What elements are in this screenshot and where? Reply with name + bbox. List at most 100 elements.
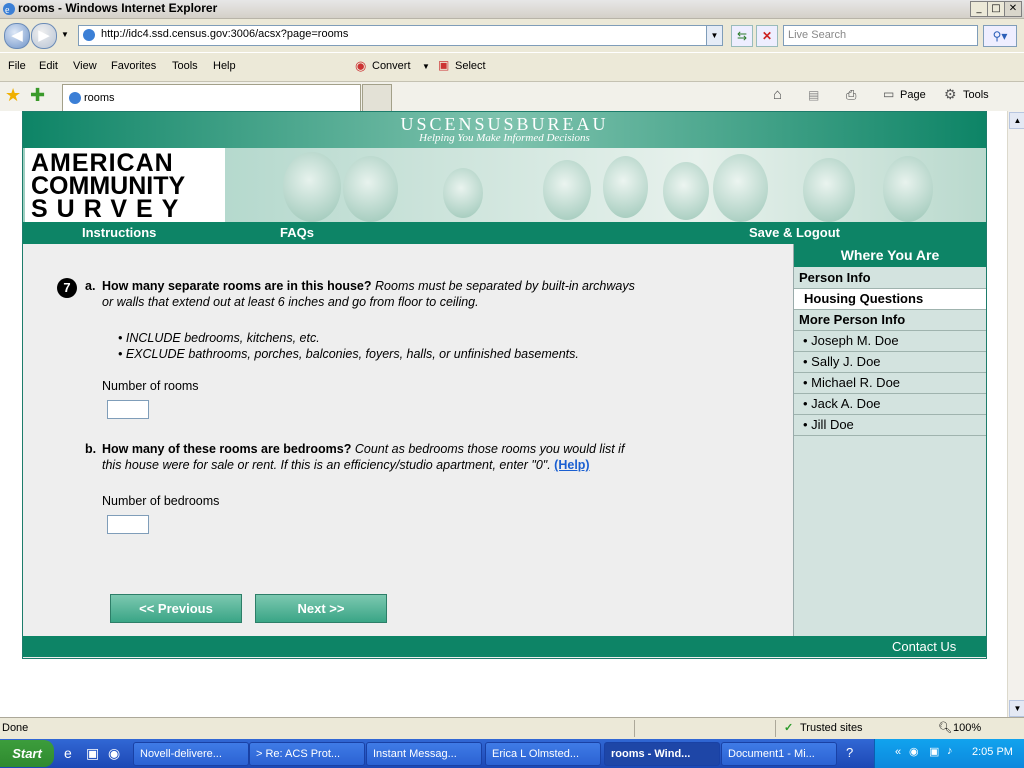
back-button[interactable]: ◀ [4, 23, 30, 49]
tab-bar: ★ ✚ rooms ⌂ ▤ ⎙ ▭ Page ⚙ Tools [0, 81, 1024, 112]
bedrooms-input[interactable] [107, 515, 149, 534]
menu-help[interactable]: Help [213, 60, 236, 72]
vertical-scrollbar[interactable]: ▲ ▼ [1007, 111, 1024, 717]
help-icon[interactable]: ? [846, 745, 853, 760]
close-button[interactable]: ✕ [1004, 1, 1022, 17]
history-dropdown-icon[interactable]: ▼ [61, 30, 69, 39]
maximize-button[interactable]: □ [987, 1, 1005, 17]
tab-page-icon [69, 92, 81, 104]
page-footer: Contact Us [23, 636, 986, 657]
menu-file[interactable]: File [8, 60, 26, 72]
sidebar-item-person-info[interactable]: Person Info [794, 268, 986, 289]
question-a-bold: How many separate rooms are in this hous… [102, 279, 372, 293]
census-tagline: Helping You Make Informed Decisions [419, 132, 590, 144]
status-text: Done [2, 722, 29, 734]
rooms-label: Number of rooms [102, 379, 199, 393]
instructions-link[interactable]: Instructions [82, 225, 156, 240]
tray-speaker-icon: ♪ [947, 745, 953, 757]
zoom-level[interactable]: 100% [953, 722, 981, 734]
forward-button[interactable]: ▶ [31, 23, 57, 49]
system-tray: « ◉ ▣ ♪ 2:05 PM [874, 739, 1024, 768]
quicklaunch-desktop-icon[interactable]: ▣ [86, 745, 99, 762]
tray-expand-icon[interactable]: « [895, 746, 901, 758]
sidebar-item-housing-questions[interactable]: Housing Questions [794, 289, 986, 310]
taskbar-item[interactable]: Instant Messag... [366, 742, 482, 766]
tray-network-icon: ◉ [909, 746, 919, 758]
home-icon[interactable]: ⌂ [773, 86, 782, 103]
feeds-icon[interactable]: ▤ [808, 88, 819, 102]
part-a-label: a. [85, 279, 96, 293]
ie-icon: e [3, 3, 15, 16]
title-bar: e rooms - Windows Internet Explorer _ □ … [0, 0, 1024, 19]
menu-edit[interactable]: Edit [39, 60, 58, 72]
acs-logo: AMERICAN COMMUNITY SURVEY [25, 148, 225, 222]
sidebar-item-person[interactable]: • Joseph M. Doe [794, 331, 986, 352]
sidebar-item-person[interactable]: • Jack A. Doe [794, 394, 986, 415]
refresh-icon[interactable]: ⇆ [731, 25, 753, 47]
taskbar-item[interactable]: Erica L Olmsted... [485, 742, 601, 766]
convert-button[interactable]: Convert [372, 60, 411, 72]
search-placeholder: Live Search [788, 29, 847, 41]
quicklaunch-ie-icon[interactable]: e [64, 745, 72, 761]
window-title: rooms - Windows Internet Explorer [18, 1, 218, 15]
taskbar-item-active[interactable]: rooms - Wind... [604, 742, 720, 766]
bedrooms-label: Number of bedrooms [102, 494, 220, 508]
status-panels [634, 720, 776, 737]
sidebar-item-more-person-info[interactable]: More Person Info [794, 310, 986, 331]
survey-page: USCENSUSBUREAU Helping You Make Informed… [22, 111, 987, 659]
tools-menu[interactable]: Tools [963, 89, 989, 101]
start-button[interactable]: Start [0, 740, 54, 767]
zoom-icon: 🔍︎ [938, 722, 952, 734]
convert-dropdown-icon[interactable]: ▼ [422, 62, 430, 71]
menu-view[interactable]: View [73, 60, 97, 72]
security-zone: Trusted sites [800, 722, 863, 734]
previous-button[interactable]: << Previous [110, 594, 242, 623]
search-input[interactable]: Live Search [783, 25, 978, 46]
quicklaunch-media-icon[interactable]: ◉ [108, 745, 120, 762]
menu-tools[interactable]: Tools [172, 60, 198, 72]
faqs-link[interactable]: FAQs [280, 225, 314, 240]
search-icon[interactable]: ⚲▾ [983, 25, 1017, 47]
tab-rooms[interactable]: rooms [62, 84, 361, 111]
exclude-note: • EXCLUDE bathrooms, porches, balconies,… [118, 347, 579, 361]
menu-favorites[interactable]: Favorites [111, 60, 156, 72]
question-b-text: How many of these rooms are bedrooms? Co… [102, 441, 742, 457]
favorites-star-icon[interactable]: ★ [5, 85, 21, 106]
next-button[interactable]: Next >> [255, 594, 387, 623]
address-field[interactable]: http://idc4.ssd.census.gov:3006/acsx?pag… [78, 25, 723, 46]
page-menu[interactable]: Page [900, 89, 926, 101]
question-number-badge: 7 [57, 278, 77, 298]
page-icon [83, 29, 95, 41]
question-b-italic-1: Count as bedrooms those rooms you would … [354, 442, 625, 456]
stop-icon[interactable]: ✕ [756, 25, 778, 47]
logo-line-3: SURVEY [31, 195, 188, 222]
question-b-italic-2: this house were for sale or rent. If thi… [102, 458, 551, 472]
sidebar-item-person[interactable]: • Jill Doe [794, 415, 986, 436]
new-tab-button[interactable] [362, 84, 392, 112]
part-b-label: b. [85, 442, 97, 456]
rooms-input[interactable] [107, 400, 149, 419]
taskbar-item[interactable]: > Re: ACS Prot... [249, 742, 365, 766]
help-link[interactable]: (Help) [554, 458, 589, 472]
sidebar-item-person[interactable]: • Sally J. Doe [794, 352, 986, 373]
question-a-italic-2: or walls that extend out at least 6 inch… [102, 295, 479, 309]
sidebar-item-person[interactable]: • Michael R. Doe [794, 373, 986, 394]
add-favorite-icon[interactable]: ✚ [30, 85, 45, 106]
scroll-down-icon[interactable]: ▼ [1009, 700, 1024, 717]
tab-title: rooms [84, 92, 115, 104]
select-button[interactable]: Select [455, 60, 486, 72]
print-icon[interactable]: ⎙ [846, 87, 856, 103]
question-b-bold: How many of these rooms are bedrooms? [102, 442, 352, 456]
taskbar-item[interactable]: Document1 - Mi... [721, 742, 837, 766]
save-logout-link[interactable]: Save & Logout [749, 225, 840, 240]
taskbar-item[interactable]: Novell-delivere... [133, 742, 249, 766]
scroll-up-icon[interactable]: ▲ [1009, 112, 1024, 129]
question-a-text: How many separate rooms are in this hous… [102, 278, 742, 294]
question-b-line-2: this house were for sale or rent. If thi… [102, 457, 590, 473]
contact-us-link[interactable]: Contact Us [892, 639, 956, 654]
minimize-button[interactable]: _ [970, 1, 988, 17]
address-dropdown-icon[interactable]: ▼ [706, 26, 722, 45]
svg-text:e: e [5, 5, 10, 16]
tray-monitor-icon: ▣ [929, 746, 940, 758]
sidebar-header: Where You Are [794, 244, 986, 267]
